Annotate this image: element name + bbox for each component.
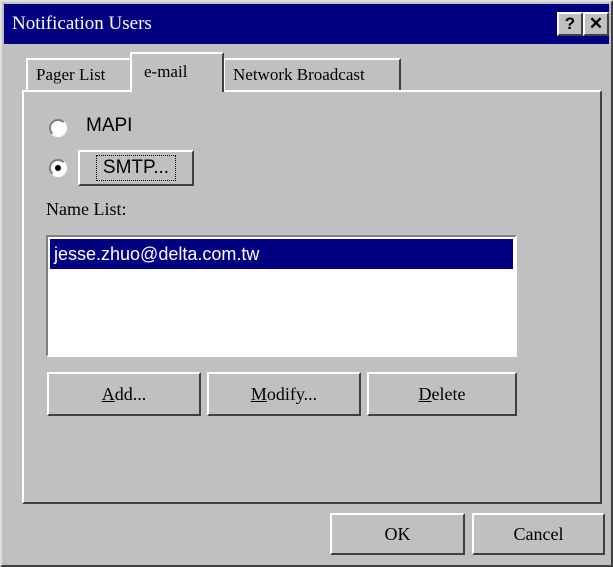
delete-button-label: elete [431,384,466,404]
list-item[interactable]: jesse.zhuo@delta.com.tw [50,239,513,269]
name-listbox[interactable]: jesse.zhuo@delta.com.tw [46,235,517,357]
mapi-radio[interactable] [49,119,67,137]
add-button[interactable]: Add... [47,372,201,416]
tab-pager-list-label: Pager List [36,65,106,84]
smtp-radio[interactable] [49,159,67,177]
tab-network-broadcast-label: Network Broadcast [233,65,365,84]
help-icon: ? [564,14,576,33]
window-title: Notification Users [12,13,152,34]
close-icon: ✕ [588,14,604,33]
modify-button[interactable]: Modify... [207,372,361,416]
ok-button[interactable]: OK [330,513,465,555]
name-list-label: Name List: [46,199,127,219]
mapi-label: MAPI [86,115,133,136]
tab-network-broadcast[interactable]: Network Broadcast [223,58,401,90]
delete-mnemonic: D [418,384,432,404]
close-button[interactable]: ✕ [583,12,609,36]
modify-button-label: odify... [266,384,318,404]
delete-button[interactable]: Delete [367,372,517,416]
add-button-label: dd... [114,384,147,404]
smtp-button[interactable]: SMTP... [78,150,194,186]
radio-selected-dot [55,165,61,171]
modify-mnemonic: M [250,384,267,404]
help-button[interactable]: ? [557,12,583,36]
add-mnemonic: A [101,384,115,404]
cancel-button-label: Cancel [513,524,564,544]
tab-email-label: e-mail [144,62,188,81]
cancel-button[interactable]: Cancel [472,513,605,555]
tab-pager-list[interactable]: Pager List [26,58,133,90]
smtp-button-label: SMTP... [95,155,177,181]
notification-users-dialog: Notification Users ? ✕ Pager List Networ… [0,0,613,567]
tab-email[interactable]: e-mail [130,52,224,92]
title-bar[interactable]: Notification Users ? ✕ [4,4,609,44]
ok-button-label: OK [384,524,411,544]
